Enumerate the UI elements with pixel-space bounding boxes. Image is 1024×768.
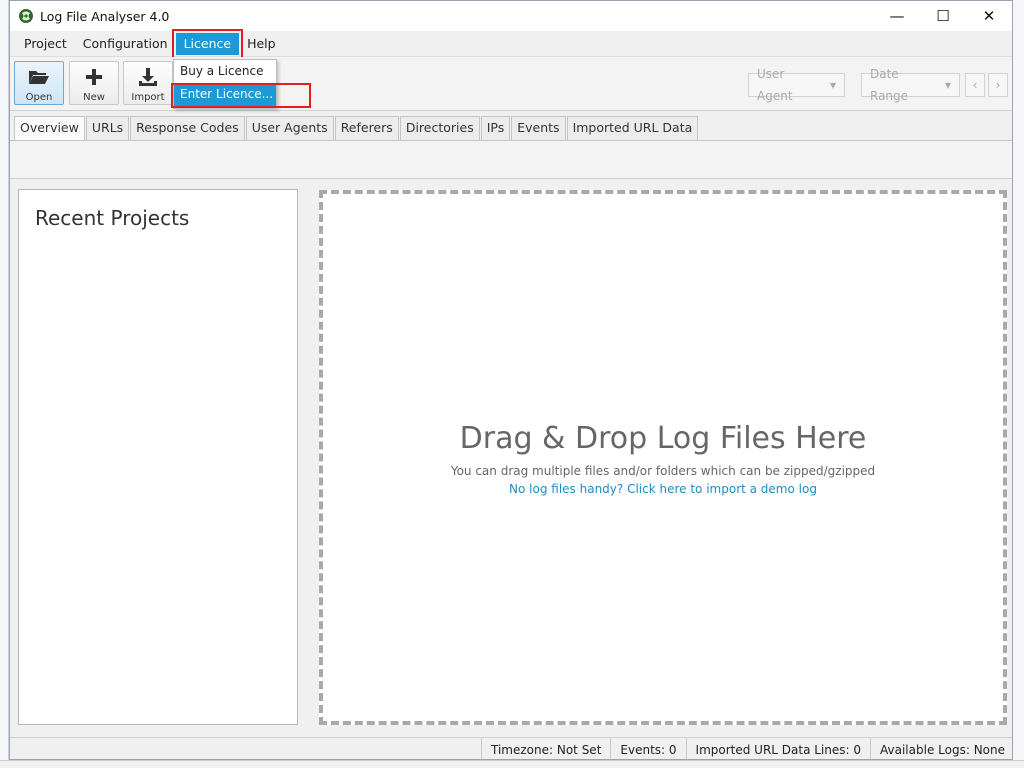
tab-urls[interactable]: URLs: [85, 116, 130, 140]
menu-configuration[interactable]: Configuration: [75, 33, 176, 55]
app-window: Log File Analyser 4.0 — ☐ ✕ Project Conf…: [9, 0, 1013, 760]
chevron-down-icon: ▾: [829, 78, 836, 92]
drop-zone-title: Drag & Drop Log Files Here: [459, 421, 867, 456]
recent-projects-panel: Recent Projects: [18, 189, 298, 725]
title-bar: Log File Analyser 4.0 — ☐ ✕: [10, 1, 1012, 31]
tab-overview[interactable]: Overview: [14, 116, 85, 140]
status-events: Events: 0: [610, 737, 685, 759]
close-icon: ✕: [982, 7, 996, 25]
close-button[interactable]: ✕: [966, 1, 1012, 31]
download-icon: [139, 68, 157, 86]
menu-licence[interactable]: Licence: [171, 28, 244, 59]
status-imported-url-lines: Imported URL Data Lines: 0: [685, 737, 870, 759]
chevron-left-icon: ‹: [972, 78, 978, 92]
app-logo-icon: [19, 9, 33, 23]
date-range-label: Date Range: [870, 67, 909, 103]
minimize-icon: —: [889, 7, 905, 25]
desktop-background-left: [0, 0, 9, 768]
minimize-button[interactable]: —: [874, 1, 920, 31]
folder-open-icon: [29, 71, 49, 84]
date-range-dropdown[interactable]: Date Range ▾: [861, 67, 960, 103]
tab-referers[interactable]: Referers: [334, 116, 399, 140]
user-agent-label: User Agent: [757, 67, 793, 103]
plus-icon: [86, 69, 102, 85]
toolbar: Open New Import User Agent ▾ Date Range …: [10, 57, 1012, 111]
tab-directories[interactable]: Directories: [399, 116, 480, 140]
menu-buy-licence[interactable]: Buy a Licence: [174, 60, 276, 83]
open-button[interactable]: Open: [14, 61, 64, 105]
menu-bar: Project Configuration Licence Help: [10, 28, 1012, 59]
tab-bar: Overview URLs Response Codes User Agents…: [10, 116, 1012, 140]
menu-project[interactable]: Project: [16, 33, 75, 55]
user-agent-dropdown[interactable]: User Agent ▾: [748, 67, 845, 103]
next-button[interactable]: ›: [988, 73, 1008, 97]
drop-zone-subtitle: You can drag multiple files and/or folde…: [450, 464, 876, 478]
new-label: New: [83, 92, 105, 103]
open-label: Open: [25, 92, 53, 103]
status-available-logs: Available Logs: None: [870, 737, 1012, 759]
menu-help[interactable]: Help: [239, 33, 284, 55]
recent-projects-title: Recent Projects: [35, 206, 190, 230]
status-timezone: Timezone: Not Set: [481, 737, 610, 759]
status-bar: Timezone: Not Set Events: 0 Imported URL…: [10, 737, 1012, 759]
chevron-down-icon: ▾: [944, 78, 951, 92]
highlight-box: [171, 83, 311, 108]
tab-response-codes[interactable]: Response Codes: [130, 116, 245, 140]
tab-events[interactable]: Events: [511, 116, 566, 140]
desktop-background-right: [1013, 0, 1024, 768]
tab-ips[interactable]: IPs: [480, 116, 511, 140]
desktop-background-bottom: [0, 760, 1024, 768]
tab-imported-url-data[interactable]: Imported URL Data: [566, 116, 699, 140]
main-content: Recent Projects Drag & Drop Log Files He…: [10, 181, 1012, 737]
window-title: Log File Analyser 4.0: [40, 8, 170, 24]
drop-zone[interactable]: Drag & Drop Log Files Here You can drag …: [319, 190, 1007, 725]
previous-button[interactable]: ‹: [965, 73, 985, 97]
maximize-icon: ☐: [936, 7, 950, 25]
tab-user-agents[interactable]: User Agents: [245, 116, 334, 140]
import-label: Import: [131, 92, 165, 103]
new-button[interactable]: New: [69, 61, 119, 105]
maximize-button[interactable]: ☐: [920, 1, 966, 31]
import-demo-log-link[interactable]: No log files handy? Click here to import…: [323, 482, 1003, 496]
tab-sub-bar: [10, 140, 1012, 179]
import-button[interactable]: Import: [123, 61, 173, 105]
chevron-right-icon: ›: [995, 78, 1001, 92]
